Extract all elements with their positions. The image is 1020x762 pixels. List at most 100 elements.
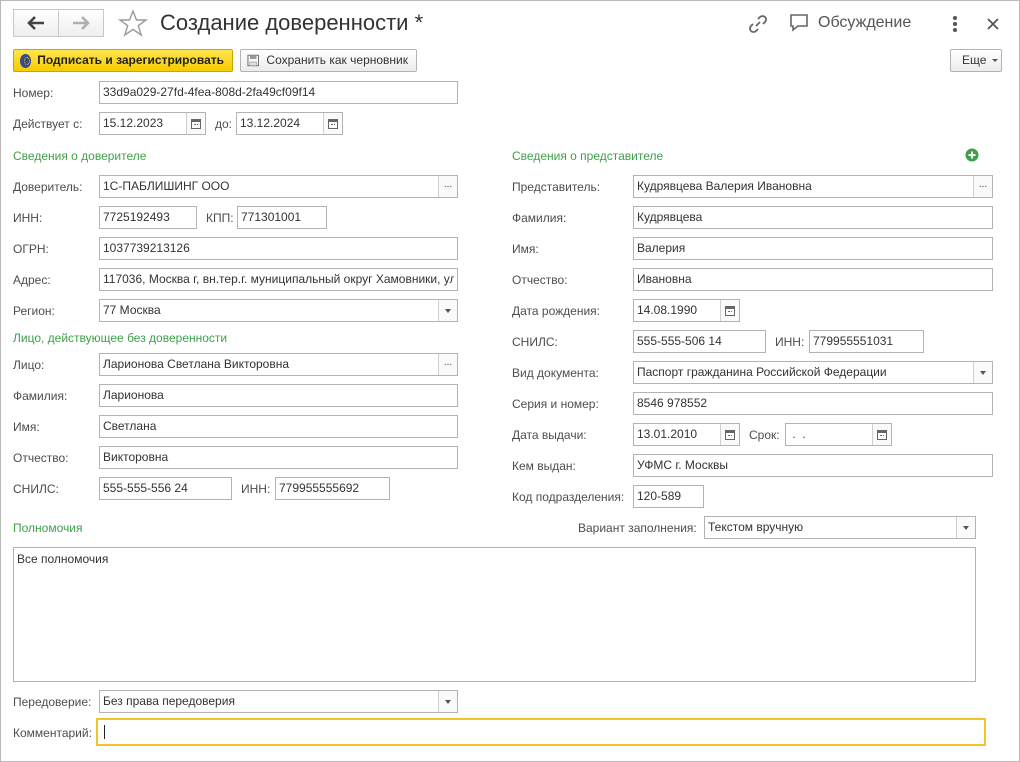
calendar-icon[interactable] (323, 113, 342, 134)
dropdown-arrow-icon[interactable] (973, 362, 992, 383)
principal-region-label: Регион: (13, 304, 55, 318)
sign-register-label: Подписать и зарегистрировать (37, 53, 224, 67)
person-inn-value: 779955555692 (279, 481, 360, 495)
calendar-icon[interactable] (186, 113, 205, 134)
rep-snils-value: 555-555-506 14 (637, 334, 722, 348)
select-ellipsis-icon[interactable]: ... (438, 176, 457, 197)
person-patronymic-label: Отчество: (13, 451, 69, 465)
rep-patronymic-field[interactable]: Ивановна (633, 268, 993, 291)
dropdown-arrow-icon[interactable] (438, 300, 457, 321)
principal-value: 1С-ПАБЛИШИНГ ООО (103, 179, 230, 193)
rep-doc-type-label: Вид документа: (512, 366, 599, 380)
rep-doc-type-select[interactable]: Паспорт гражданина Российской Федерации (633, 361, 993, 384)
comment-label: Комментарий: (13, 726, 92, 740)
redelegation-label: Передоверие: (13, 695, 92, 709)
rep-dept-code-value: 120-589 (637, 489, 682, 503)
principal-region-select[interactable]: 77 Москва (99, 299, 458, 322)
favorite-star-icon[interactable] (117, 9, 149, 40)
rep-doc-type-value: Паспорт гражданина Российской Федерации (637, 365, 887, 379)
dropdown-arrow-icon[interactable] (956, 517, 975, 538)
rep-dept-code-label: Код подразделения: (512, 490, 625, 504)
rep-term-field[interactable]: . . (785, 423, 892, 446)
add-representative-icon[interactable] (965, 148, 979, 165)
rep-last-name-label: Фамилия: (512, 211, 567, 225)
person-snils-field[interactable]: 555-555-556 24 (99, 477, 232, 500)
valid-to-field[interactable]: 13.12.2024 (236, 112, 343, 135)
person-snils-value: 555-555-556 24 (103, 481, 188, 495)
text-caret (104, 725, 105, 739)
person-snils-label: СНИЛС: (13, 482, 59, 496)
forward-button[interactable] (58, 9, 104, 37)
more-vertical-icon[interactable] (951, 14, 959, 37)
rep-last-name-field[interactable]: Кудрявцева (633, 206, 993, 229)
person-patronymic-value: Викторовна (103, 450, 169, 464)
person-first-name-field[interactable]: Светлана (99, 415, 458, 438)
calendar-icon[interactable] (720, 424, 739, 445)
principal-ogrn-field[interactable]: 1037739213126 (99, 237, 458, 260)
rep-series-value: 8546 978552 (637, 396, 708, 410)
discussion-button[interactable]: Обсуждение (788, 13, 911, 33)
principal-kpp-label: КПП: (206, 211, 234, 225)
save-draft-button[interactable]: Сохранить как черновник (240, 49, 417, 72)
dropdown-arrow-icon[interactable] (438, 691, 457, 712)
more-button[interactable]: Еще (950, 49, 1002, 72)
rep-value: Кудрявцева Валерия Ивановна (637, 179, 812, 193)
person-last-name-label: Фамилия: (13, 389, 68, 403)
rep-series-label: Серия и номер: (512, 397, 599, 411)
valid-from-field[interactable]: 15.12.2023 (99, 112, 206, 135)
number-field[interactable]: 33d9a029-27fd-4fea-808d-2fa49cf09f14 (99, 81, 458, 104)
rep-inn-label: ИНН: (775, 335, 805, 349)
rep-dept-code-field[interactable]: 120-589 (633, 485, 704, 508)
person-last-name-field[interactable]: Ларионова (99, 384, 458, 407)
number-value: 33d9a029-27fd-4fea-808d-2fa49cf09f14 (103, 85, 316, 99)
principal-inn-field[interactable]: 7725192493 (99, 206, 197, 229)
calendar-icon[interactable] (872, 424, 891, 445)
fill-variant-select[interactable]: Текстом вручную (704, 516, 976, 539)
rep-snils-field[interactable]: 555-555-506 14 (633, 330, 766, 353)
principal-address-field[interactable]: 117036, Москва г, вн.тер.г. муниципальны… (99, 268, 458, 291)
rep-birth-field[interactable]: 14.08.1990 (633, 299, 740, 322)
powers-textarea[interactable]: Все полномочия (13, 547, 976, 682)
person-field[interactable]: Ларионова Светлана Викторовна ... (99, 353, 458, 376)
arrow-left-icon (27, 16, 44, 30)
select-ellipsis-icon[interactable]: ... (973, 176, 992, 197)
rep-inn-field[interactable]: 779955551031 (809, 330, 924, 353)
principal-section-title: Сведения о доверителе (13, 149, 147, 163)
powers-section-title: Полномочия (13, 521, 83, 535)
rep-issue-date-field[interactable]: 13.01.2010 (633, 423, 740, 446)
fill-variant-value: Текстом вручную (708, 520, 804, 534)
principal-kpp-field[interactable]: 771301001 (237, 206, 327, 229)
rep-issue-date-label: Дата выдачи: (512, 428, 587, 442)
sign-icon (20, 53, 32, 68)
acting-person-section-title: Лицо, действующее без доверенности (13, 331, 228, 345)
person-patronymic-field[interactable]: Викторовна (99, 446, 458, 469)
rep-patronymic-value: Ивановна (637, 272, 692, 286)
rep-series-field[interactable]: 8546 978552 (633, 392, 993, 415)
rep-patronymic-label: Отчество: (512, 273, 568, 287)
rep-issue-date-value: 13.01.2010 (637, 427, 698, 441)
principal-inn-value: 7725192493 (103, 210, 170, 224)
principal-field[interactable]: 1С-ПАБЛИШИНГ ООО ... (99, 175, 458, 198)
sign-register-button[interactable]: Подписать и зарегистрировать (13, 49, 233, 72)
back-button[interactable] (13, 9, 59, 37)
calendar-icon[interactable] (720, 300, 739, 321)
rep-label: Представитель: (512, 180, 601, 194)
redelegation-select[interactable]: Без права передоверия (99, 690, 458, 713)
person-first-name-value: Светлана (103, 419, 157, 433)
rep-first-name-label: Имя: (512, 242, 539, 256)
person-value: Ларионова Светлана Викторовна (103, 357, 290, 371)
number-label: Номер: (13, 86, 54, 100)
chevron-down-icon (992, 59, 999, 62)
person-inn-label: ИНН: (241, 482, 271, 496)
close-icon[interactable] (986, 17, 1000, 34)
principal-ogrn-label: ОГРН: (13, 242, 49, 256)
rep-first-name-field[interactable]: Валерия (633, 237, 993, 260)
rep-issued-by-field[interactable]: УФМС г. Москвы (633, 454, 993, 477)
person-inn-field[interactable]: 779955555692 (275, 477, 390, 500)
fill-variant-label: Вариант заполнения: (578, 521, 697, 535)
comment-field[interactable] (96, 718, 986, 746)
rep-field[interactable]: Кудрявцева Валерия Ивановна ... (633, 175, 993, 198)
link-icon[interactable] (747, 13, 769, 38)
select-ellipsis-icon[interactable]: ... (438, 354, 457, 375)
more-label: Еще (962, 53, 987, 67)
